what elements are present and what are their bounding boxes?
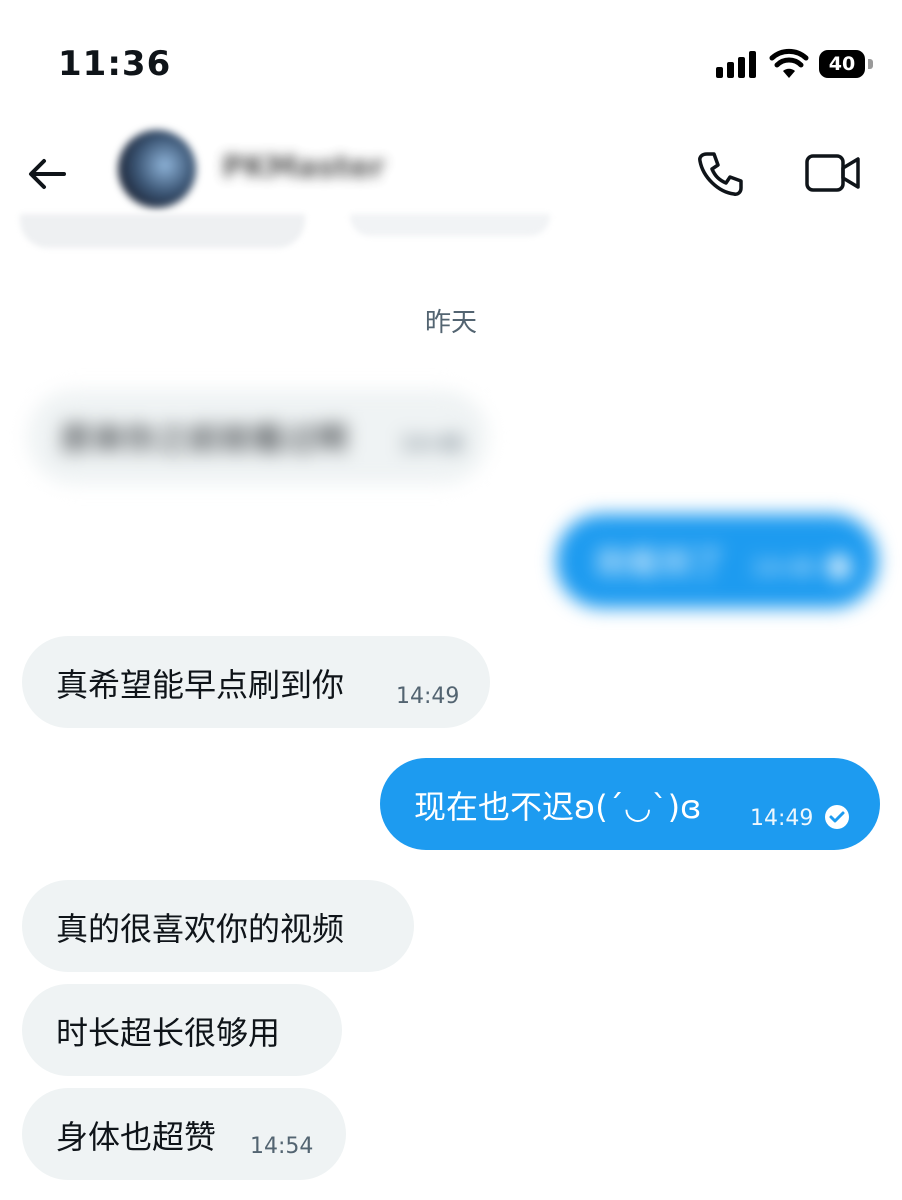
message-text: 真的很喜欢你的视频 bbox=[56, 910, 345, 948]
phone-icon[interactable] bbox=[694, 148, 746, 200]
arrow-left-icon[interactable] bbox=[24, 150, 72, 198]
battery-icon: 40 bbox=[819, 50, 865, 78]
avatar[interactable] bbox=[118, 130, 196, 208]
previous-message-fragment bbox=[350, 214, 550, 236]
message-bubble-incoming[interactable]: 真希望能早点刷到你 14:49 bbox=[22, 636, 490, 728]
message-bubble-outgoing[interactable]: 现在也不迟ʚ(´◡`)ɞ 14:49 bbox=[380, 758, 880, 850]
status-time: 11:36 bbox=[58, 44, 172, 84]
cellular-signal-icon bbox=[716, 50, 760, 78]
message-time: 14:48 bbox=[400, 432, 464, 457]
message-bubble-incoming[interactable]: 时长超长很够用 bbox=[22, 984, 342, 1076]
read-receipt-icon bbox=[825, 805, 849, 829]
message-text: 原来你之前就看过啊 bbox=[60, 420, 349, 458]
message-text: 真希望能早点刷到你 bbox=[56, 666, 345, 704]
message-bubble-incoming[interactable]: 身体也超赞 14:54 bbox=[22, 1088, 346, 1180]
message-text: 现在也不迟ʚ(´◡`)ɞ bbox=[414, 788, 702, 826]
message-time: 14:49 bbox=[750, 806, 814, 831]
message-text: 刚看到了 bbox=[596, 544, 725, 582]
message-bubble-incoming[interactable]: 真的很喜欢你的视频 bbox=[22, 880, 414, 972]
video-camera-icon[interactable] bbox=[804, 150, 862, 196]
message-time: 14:48 bbox=[752, 556, 816, 581]
read-receipt-icon bbox=[827, 555, 851, 579]
date-separator: 昨天 bbox=[424, 308, 477, 338]
message-bubble-incoming[interactable]: 原来你之前就看过啊 14:48 bbox=[28, 390, 488, 484]
status-bar: 11:36 40 bbox=[0, 0, 902, 120]
message-text: 时长超长很够用 bbox=[56, 1014, 281, 1052]
previous-message-fragment bbox=[20, 214, 305, 248]
message-text: 身体也超赞 bbox=[56, 1118, 217, 1156]
message-bubble-outgoing[interactable]: 刚看到了 14:48 bbox=[556, 514, 878, 608]
message-time: 14:54 bbox=[250, 1134, 314, 1159]
battery-cap bbox=[868, 59, 873, 69]
contact-name[interactable]: PKMaster bbox=[222, 150, 385, 185]
message-time: 14:49 bbox=[396, 684, 460, 709]
wifi-icon bbox=[769, 48, 809, 78]
